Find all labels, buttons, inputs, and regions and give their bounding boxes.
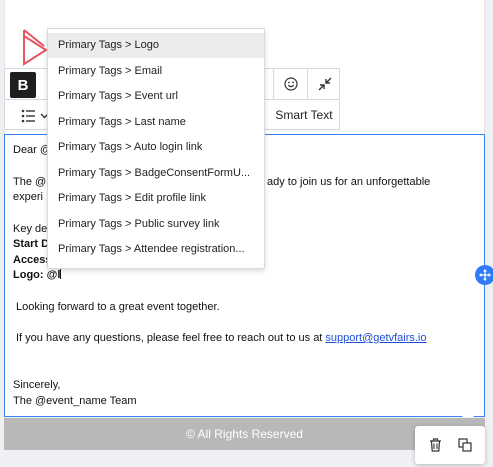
delete-block-button[interactable] xyxy=(425,434,447,456)
smart-tag-dropdown: Primary Tags > Logo Primary Tags > Email… xyxy=(47,28,265,269)
emoji-button[interactable] xyxy=(273,69,307,99)
dropdown-item-last-name[interactable]: Primary Tags > Last name xyxy=(48,110,264,135)
access-label: Access xyxy=(13,254,52,266)
key-details-line: Key de xyxy=(13,223,48,235)
dropdown-item-edit-profile-link[interactable]: Primary Tags > Edit profile link xyxy=(48,186,264,211)
dropdown-item-badge-consent-form[interactable]: Primary Tags > BadgeConsentFormU... xyxy=(48,161,264,186)
trash-icon xyxy=(430,438,441,452)
start-date-label: Start D xyxy=(13,238,50,250)
dropdown-item-auto-login-link[interactable]: Primary Tags > Auto login link xyxy=(48,135,264,160)
move-handle[interactable] xyxy=(475,265,493,285)
intro-line-end: ady to join us for an unforgettable xyxy=(267,176,431,188)
questions-text: If you have any questions, please feel f… xyxy=(16,332,326,344)
dropdown-item-event-url[interactable]: Primary Tags > Event url xyxy=(48,84,264,109)
collapse-button[interactable] xyxy=(307,69,341,99)
text-caret xyxy=(60,268,62,279)
questions-line: If you have any questions, please feel f… xyxy=(16,331,426,346)
bold-button[interactable]: B xyxy=(10,72,36,98)
actions-pointer xyxy=(462,410,474,417)
intro-line-cont: experi xyxy=(13,191,43,203)
duplicate-icon xyxy=(457,438,472,452)
email-footer: © All Rights Reserved xyxy=(4,418,485,450)
logo-tag-line[interactable]: Logo: @l xyxy=(13,268,62,283)
collapse-arrows-icon xyxy=(318,77,331,91)
looking-forward-line: Looking forward to a great event togethe… xyxy=(16,301,220,313)
copyright-text: © All Rights Reserved xyxy=(186,427,303,441)
intro-line-start: The @ xyxy=(13,176,47,188)
emoji-icon xyxy=(283,77,298,91)
support-email-link[interactable]: support@getvfairs.io xyxy=(325,332,426,344)
greeting-line: Dear @ xyxy=(13,144,52,156)
dropdown-item-email[interactable]: Primary Tags > Email xyxy=(48,59,264,84)
brand-logo-icon xyxy=(23,29,48,66)
block-actions-popover xyxy=(415,426,485,464)
duplicate-block-button[interactable] xyxy=(454,434,476,456)
sincerely-line: Sincerely, xyxy=(13,379,61,391)
dropdown-item-public-survey-link[interactable]: Primary Tags > Public survey link xyxy=(48,212,264,237)
bulleted-list-icon xyxy=(21,109,49,123)
signature-line: The @event_name Team xyxy=(13,395,137,407)
move-arrows-icon xyxy=(479,269,491,281)
logo-tag-text: Logo: @l xyxy=(13,269,61,281)
dropdown-item-attendee-registration[interactable]: Primary Tags > Attendee registration... xyxy=(48,237,264,262)
dropdown-item-logo[interactable]: Primary Tags > Logo xyxy=(48,33,264,58)
smart-text-button[interactable]: Smart Text xyxy=(267,100,341,130)
